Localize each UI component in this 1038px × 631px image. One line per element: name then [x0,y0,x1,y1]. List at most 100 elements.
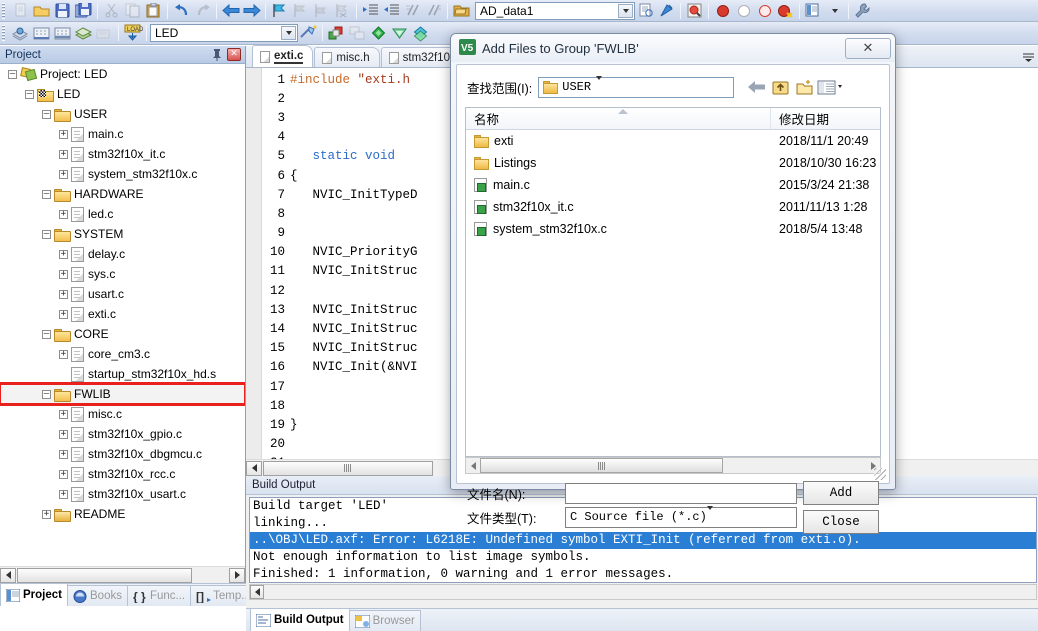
file-list-row[interactable]: system_stm32f10x.c 2018/5/4 13:48 [466,218,880,240]
filename-input[interactable] [565,482,797,504]
tree-node-usart-c[interactable]: + usart.c [0,284,245,304]
filetype-dropdown[interactable]: C Source file (*.c) [565,506,797,528]
pack-installer-icon[interactable] [389,24,410,43]
tree-node-stm32f10x-gpio-c[interactable]: + stm32f10x_gpio.c [0,424,245,444]
expand-icon[interactable]: + [59,269,68,279]
save-icon[interactable] [52,1,73,20]
expand-icon[interactable]: + [59,129,68,139]
back-arrow-icon[interactable] [744,76,768,98]
batch-build-icon[interactable] [73,24,94,43]
file-list-hscrollbar[interactable] [465,457,881,474]
rebuild-icon[interactable] [52,24,73,43]
tree-node-stm32f10x-it-c[interactable]: + stm32f10x_it.c [0,144,245,164]
build-output-line[interactable]: Not enough information to list image sym… [250,549,1036,566]
file-list[interactable]: 名称 修改日期 exti 2018/11/1 20:49 Listings 2018/… [465,107,881,457]
chevron-down-icon[interactable] [618,3,633,18]
scroll-thumb[interactable] [17,567,192,583]
tree-node-system[interactable]: – SYSTEM [0,224,245,244]
build-icon[interactable] [31,24,52,43]
translate-icon[interactable] [10,24,31,43]
bookmark-toggle-icon[interactable] [269,1,290,20]
chevron-down-icon[interactable] [596,76,603,94]
tree-node-system-stm32f10x-c[interactable]: + system_stm32f10x.c [0,164,245,184]
tree-node-led-c[interactable]: + led.c [0,204,245,224]
toolbar-grip[interactable] [1,2,8,19]
bookmark-clear-icon[interactable] [332,1,353,20]
expand-icon[interactable]: + [59,289,68,299]
target-options-icon[interactable] [298,24,319,43]
bottom-tab-browser[interactable]: Browser [348,610,421,631]
download-icon[interactable]: LOAD [122,24,143,43]
dialog-close-button[interactable]: ✕ [845,37,891,59]
copy-icon[interactable] [122,1,143,20]
kill-all-breakpoints-icon[interactable] [775,1,796,20]
tree-node-sys-c[interactable]: + sys.c [0,264,245,284]
tree-node-core-cm3-c[interactable]: + core_cm3.c [0,344,245,364]
editor-tab-misc-h[interactable]: misc.h [314,47,380,67]
multi-project-icon[interactable] [347,24,368,43]
expand-icon[interactable]: + [59,349,68,359]
column-header-name[interactable]: 名称 [466,108,771,129]
file-list-row[interactable]: Listings 2018/10/30 16:23 [466,152,880,174]
add-button[interactable]: Add [803,481,879,505]
scroll-thumb[interactable] [263,460,433,476]
pin-icon[interactable] [211,48,223,61]
outdent-icon[interactable] [381,1,402,20]
up-one-level-icon[interactable] [768,76,792,98]
tree-node-misc-c[interactable]: + misc.c [0,404,245,424]
find-in-files-icon[interactable] [684,1,705,20]
tree-node-project-led[interactable]: – Project: LED [0,64,245,84]
expand-icon[interactable]: + [59,469,68,479]
tree-node-led[interactable]: – LED [0,84,245,104]
back-icon[interactable] [220,1,241,20]
tree-node-core[interactable]: – CORE [0,324,245,344]
project-tree[interactable]: – Project: LED – LED – USER + main.c + stm32f10x_… [0,64,245,583]
scroll-left-button[interactable] [0,567,16,583]
collapse-icon[interactable]: – [42,189,51,199]
configure-icon[interactable] [635,1,656,20]
select-target-dropdown[interactable]: LED [150,24,298,42]
tree-node-stm32f10x-usart-c[interactable]: + stm32f10x_usart.c [0,484,245,504]
expand-icon[interactable]: + [59,149,68,159]
tree-node-hardware[interactable]: – HARDWARE [0,184,245,204]
bookmark-prev-icon[interactable] [290,1,311,20]
tree-node-startup-stm32f10x-hd-s[interactable]: startup_stm32f10x_hd.s [0,364,245,384]
expand-icon[interactable]: + [59,309,68,319]
project-tab-func[interactable]: { } Func... [126,585,192,606]
save-all-icon[interactable] [73,1,94,20]
column-header-date[interactable]: 修改日期 [771,108,880,129]
collapse-icon[interactable]: – [8,69,17,79]
window-layout-icon[interactable] [803,1,824,20]
tree-node-stm32f10x-rcc-c[interactable]: + stm32f10x_rcc.c [0,464,245,484]
bottom-pane-tabs[interactable]: Build Output Browser [246,608,1038,631]
dialog-resize-grip[interactable] [874,468,886,480]
project-tree-hscrollbar[interactable] [0,566,245,583]
paste-icon[interactable] [143,1,164,20]
ad-data-combo[interactable]: AD_data1 [475,1,635,20]
project-tab-project[interactable]: Project [0,583,68,606]
collapse-icon[interactable]: – [42,329,51,339]
scroll-thumb[interactable] [480,458,723,473]
undo-icon[interactable] [171,1,192,20]
collapse-icon[interactable]: – [25,89,34,99]
file-list-row[interactable]: stm32f10x_it.c 2011/11/13 1:28 [466,196,880,218]
collapse-icon[interactable]: – [42,389,51,399]
file-list-row[interactable]: exti 2018/11/1 20:49 [466,130,880,152]
configure-flash-icon[interactable] [410,24,431,43]
chevron-down-icon[interactable] [706,506,713,524]
scroll-left-button[interactable] [466,458,480,473]
expand-icon[interactable]: + [59,209,68,219]
close-button[interactable]: Close [803,510,879,534]
expand-icon[interactable]: + [59,489,68,499]
open-file-icon[interactable] [31,1,52,20]
tree-node-main-c[interactable]: + main.c [0,124,245,144]
open-project-icon[interactable] [451,1,472,20]
editor-tab-exti-c[interactable]: exti.c [252,45,314,67]
disable-all-breakpoints-icon[interactable] [754,1,775,20]
tab-overflow-icon[interactable] [1020,49,1036,65]
build-error-line[interactable]: ..\OBJ\LED.axf: Error: L6218E: Undefined… [250,532,1036,549]
views-dropdown-icon[interactable] [816,76,848,98]
expand-icon[interactable]: + [59,429,68,439]
scroll-left-button[interactable] [246,460,262,476]
look-in-dropdown[interactable]: USER [538,76,735,98]
